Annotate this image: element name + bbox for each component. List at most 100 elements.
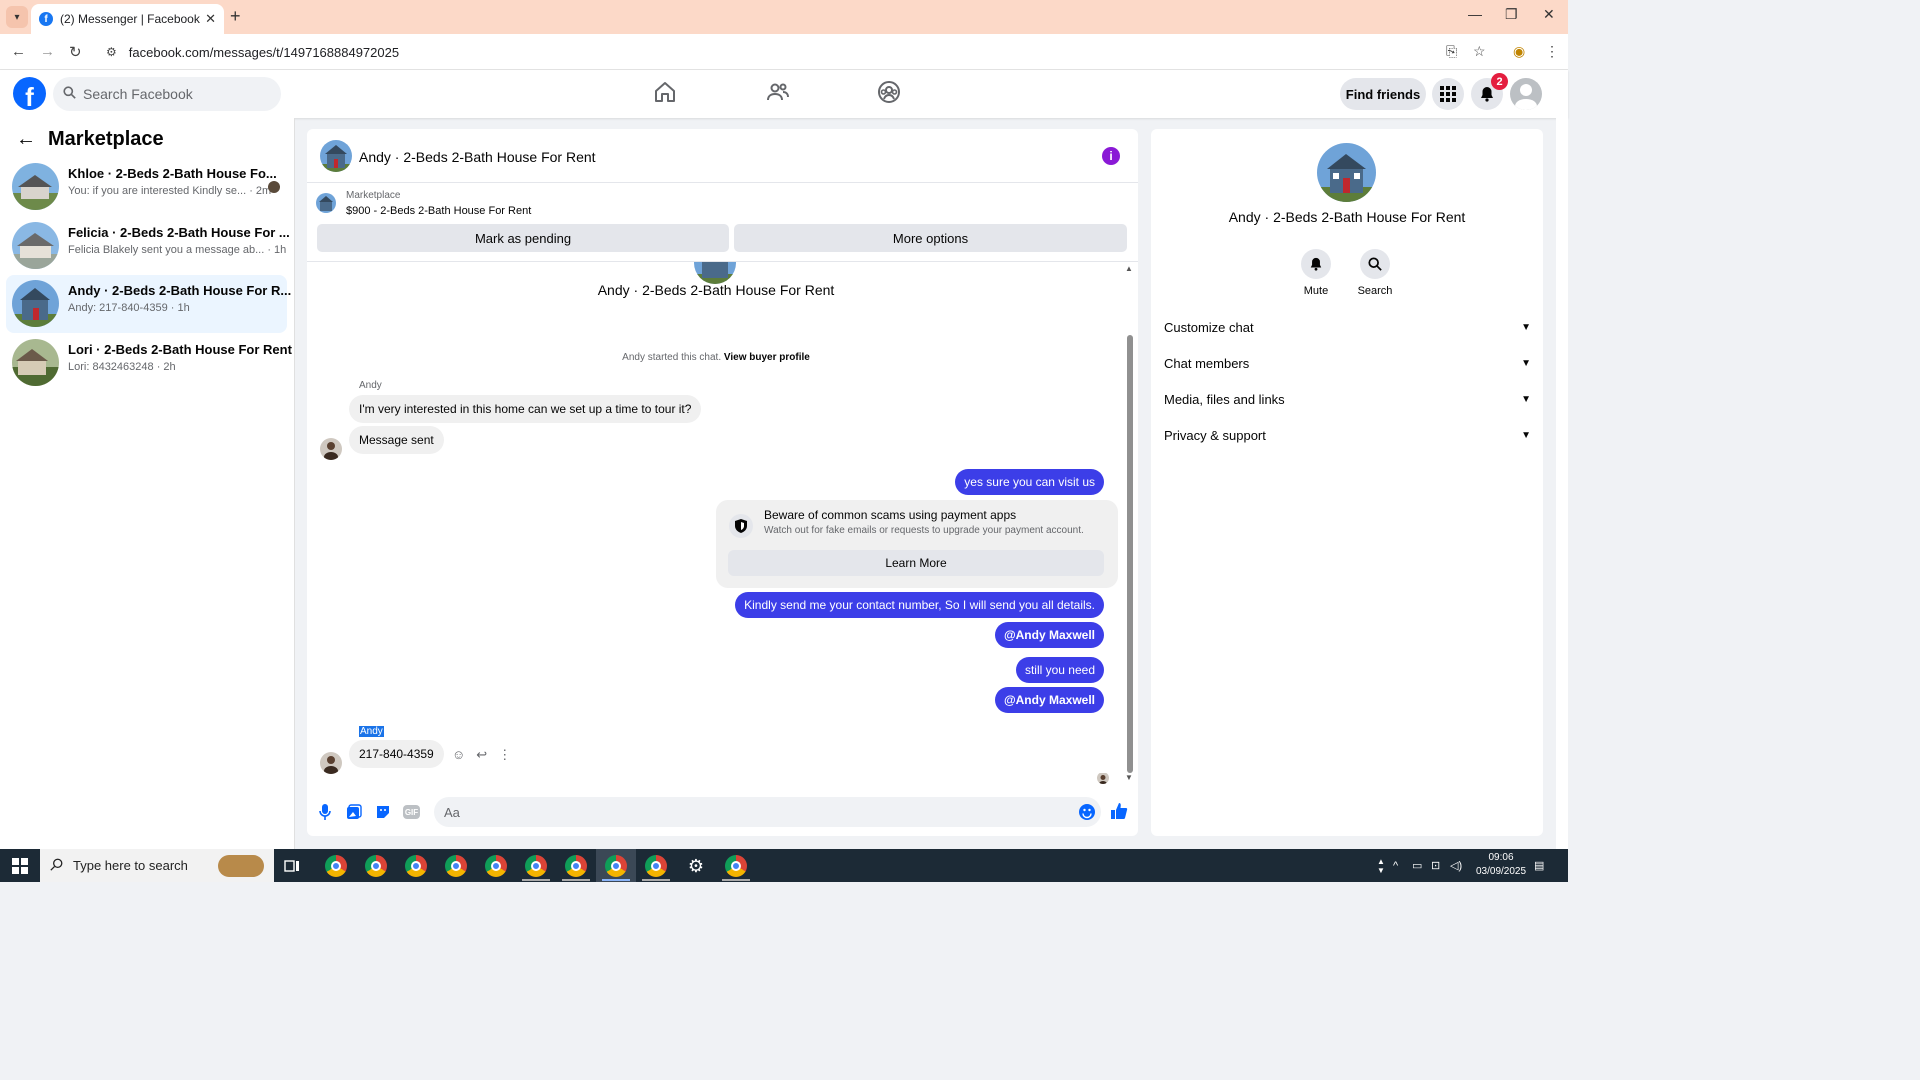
accordion-chat-members[interactable]: Chat members ▼ [1164, 352, 1531, 374]
forward-icon[interactable]: → [40, 43, 55, 60]
tab-search-chevron-icon[interactable]: ▾ [6, 6, 28, 28]
menu-grid-icon[interactable] [1432, 78, 1464, 110]
outgoing-message[interactable]: still you need [1015, 657, 1104, 683]
chrome-taskbar-icon[interactable] [565, 855, 587, 877]
reply-icon[interactable]: ↩ [476, 747, 487, 763]
incoming-message[interactable]: I'm very interested in this home can we … [349, 395, 702, 423]
sticker-icon[interactable] [374, 803, 392, 821]
browser-menu-icon[interactable]: ⋮ [1545, 43, 1559, 60]
tab-close-icon[interactable]: ✕ [205, 11, 216, 27]
search-label: Search [1357, 285, 1393, 297]
browser-tab[interactable]: f (2) Messenger | Facebook ✕ [31, 4, 224, 34]
more-actions-icon[interactable]: ⋮ [498, 747, 511, 763]
accordion-customize-chat[interactable]: Customize chat ▼ [1164, 316, 1531, 338]
chrome-taskbar-icon[interactable] [725, 855, 747, 877]
message-input[interactable]: Aa [434, 797, 1101, 827]
chrome-taskbar-icon[interactable] [405, 855, 427, 877]
back-icon[interactable]: ← [11, 43, 26, 60]
view-buyer-profile-link[interactable]: View buyer profile [724, 352, 810, 363]
home-icon[interactable] [653, 80, 679, 106]
notification-badge: 2 [1491, 73, 1508, 90]
microphone-icon[interactable] [316, 803, 334, 821]
install-app-icon[interactable]: ⎘ [1446, 43, 1457, 60]
running-indicator [522, 879, 550, 881]
outgoing-message[interactable]: @Andy Maxwell [994, 687, 1104, 713]
chrome-taskbar-icon[interactable] [365, 855, 387, 877]
thumbs-up-like-icon[interactable] [1110, 802, 1128, 825]
react-emoji-icon[interactable]: ☺ [452, 747, 465, 763]
thread-avatar [694, 262, 736, 284]
settings-gear-icon[interactable]: ⚙ [685, 855, 707, 877]
chrome-taskbar-icon[interactable] [525, 855, 547, 877]
chrome-taskbar-icon[interactable] [645, 855, 667, 877]
conversation-item-lori[interactable]: Lori · 2-Beds 2-Bath House For Rent Lori… [6, 334, 292, 392]
show-hidden-icons-icon[interactable]: ^ [1393, 849, 1398, 882]
bell-icon [1301, 249, 1331, 279]
more-options-button[interactable]: More options [734, 224, 1127, 252]
chat-header-name[interactable]: Andy · 2-Beds 2-Bath House For Rent [359, 149, 596, 165]
account-avatar[interactable] [1510, 78, 1542, 110]
sender-avatar[interactable] [320, 438, 342, 460]
scroll-down-icon[interactable]: ▼ [1125, 773, 1133, 782]
profile-icon[interactable]: ◉ [1513, 43, 1525, 60]
outgoing-message[interactable]: @Andy Maxwell [994, 622, 1104, 648]
mute-button[interactable]: Mute [1291, 249, 1341, 297]
mark-as-pending-button[interactable]: Mark as pending [317, 224, 729, 252]
sender-avatar[interactable] [320, 752, 342, 774]
conversation-info-icon[interactable]: i [1102, 147, 1120, 165]
scroll-up-icon[interactable]: ▲ [1125, 264, 1133, 273]
gif-icon[interactable]: GIF [403, 805, 420, 819]
incoming-message[interactable]: 217-840-4359 [349, 740, 444, 768]
facebook-search-input[interactable]: Search Facebook [53, 77, 281, 111]
chrome-taskbar-icon[interactable] [485, 855, 507, 877]
chat-panel: Andy · 2-Beds 2-Bath House For Rent i Ma… [307, 129, 1138, 836]
reload-icon[interactable]: ↻ [69, 43, 82, 61]
outgoing-message[interactable]: Kindly send me your contact number, So I… [735, 592, 1104, 618]
close-window-icon[interactable]: ✕ [1543, 6, 1555, 23]
sidebar-header: ← Marketplace [16, 128, 164, 151]
chrome-taskbar-icon[interactable] [325, 855, 347, 877]
photo-attach-icon[interactable] [345, 803, 363, 821]
windows-start-icon[interactable] [12, 858, 28, 874]
battery-icon[interactable]: ▭ [1412, 849, 1422, 882]
chrome-taskbar-icon-active[interactable] [605, 855, 627, 877]
back-arrow-icon[interactable]: ← [16, 128, 36, 151]
accordion-media-files-links[interactable]: Media, files and links ▼ [1164, 388, 1531, 410]
restore-icon[interactable]: ❐ [1505, 6, 1518, 23]
message-actions: ☺ ↩ ⋮ [452, 747, 511, 763]
volume-icon[interactable]: ◁) [1450, 849, 1462, 882]
accordion-label: Privacy & support [1164, 427, 1266, 443]
friends-icon[interactable] [766, 80, 792, 106]
taskbar-clock[interactable]: 09:06 03/09/2025 [1476, 851, 1526, 879]
incoming-message[interactable]: Message sent [349, 426, 444, 454]
taskbar-search-input[interactable]: Type here to search [40, 849, 274, 882]
find-friends-button[interactable]: Find friends [1340, 78, 1426, 110]
tray-scroll-arrows-icon[interactable]: ▲ ▼ [1377, 849, 1385, 882]
chrome-taskbar-icon[interactable] [445, 855, 467, 877]
thread-scrollbar[interactable]: ▲ ▼ [1125, 264, 1134, 782]
sidebar-title: Marketplace [48, 128, 164, 150]
page-scrollbar[interactable] [1556, 70, 1568, 849]
info-avatar[interactable] [1317, 143, 1376, 202]
bookmark-star-icon[interactable]: ☆ [1473, 43, 1486, 60]
minimize-icon[interactable]: — [1468, 6, 1482, 22]
scrollbar-thumb[interactable] [1127, 335, 1133, 773]
facebook-logo-icon[interactable]: f [13, 77, 46, 110]
accordion-privacy-support[interactable]: Privacy & support ▼ [1164, 424, 1531, 446]
new-tab-icon[interactable]: + [230, 6, 241, 27]
chat-avatar[interactable] [320, 140, 352, 172]
conversation-item-felicia[interactable]: Felicia · 2-Beds 2-Bath House For ... Fe… [6, 217, 290, 275]
conversation-item-khloe[interactable]: Khloe · 2-Beds 2-Bath House Fo... You: i… [6, 158, 287, 216]
outgoing-message[interactable]: yes sure you can visit us [955, 469, 1104, 495]
search-conversation-button[interactable]: Search [1350, 249, 1400, 297]
site-settings-icon[interactable]: ⚙ [106, 45, 117, 59]
learn-more-button[interactable]: Learn More [728, 550, 1104, 576]
emoji-icon[interactable] [1079, 804, 1095, 820]
task-view-icon[interactable] [284, 858, 306, 880]
notifications-center-icon[interactable]: ▤ [1534, 849, 1544, 882]
groups-icon[interactable] [877, 80, 903, 106]
conversation-item-andy[interactable]: Andy · 2-Beds 2-Bath House For R... Andy… [6, 275, 291, 333]
url-field[interactable]: ⚙ facebook.com/messages/t/14971688849720… [98, 39, 1500, 65]
tab-title: (2) Messenger | Facebook [60, 12, 200, 26]
network-icon[interactable]: ⊡ [1431, 849, 1440, 882]
